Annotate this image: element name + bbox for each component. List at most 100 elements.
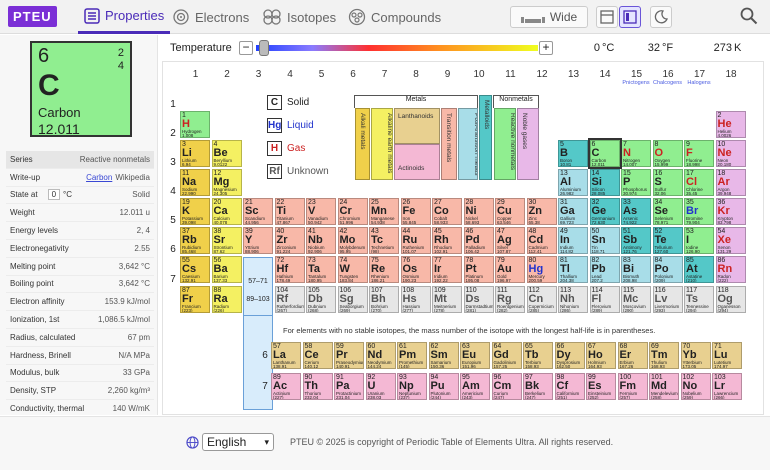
element-ar[interactable]: 18 Ar Argon 39.948 <box>715 169 746 196</box>
element-mc[interactable]: 115 Mc Moscovium (290) <box>621 286 651 313</box>
kelvin-value[interactable]: 273 <box>692 42 732 54</box>
element-cl[interactable]: 17 Cl Chlorine 35.45 <box>684 169 714 196</box>
element-rg[interactable]: 111 Rg Roentgenium (282) <box>495 286 525 313</box>
element-hs[interactable]: 108 Hs Hassium (277) <box>400 286 431 313</box>
wikipedia-link[interactable]: Wikipedia <box>115 173 150 182</box>
element-ir[interactable]: 77 Ir Iridium 192.22 <box>432 256 462 283</box>
element-ts[interactable]: 117 Ts Tennessine (294) <box>684 286 714 313</box>
element-sm[interactable]: 62 Sm Samarium 150.36 <box>428 342 459 369</box>
celsius-value[interactable]: 0 <box>560 42 600 54</box>
element-c[interactable]: 6 C Carbon 12.011 <box>587 138 622 169</box>
element-cu[interactable]: 29 Cu Copper 63.546 <box>495 198 525 225</box>
element-li[interactable]: 3 Li Lithium 6.94 <box>180 140 210 167</box>
element-th[interactable]: 90 Th Thorium 232.04 <box>302 373 333 400</box>
element-v[interactable]: 23 V Vanadium 50.942 <box>306 198 336 225</box>
element-as[interactable]: 33 As Arsenic 74.922 <box>621 198 651 225</box>
element-fr[interactable]: 87 Fr Francium (223) <box>180 286 210 313</box>
element-n[interactable]: 7 N Nitrogen 14.007 <box>621 140 651 167</box>
element-la[interactable]: 57 La Lanthanum 138.91 <box>271 342 301 369</box>
element-er[interactable]: 68 Er Erbium 167.26 <box>617 342 648 369</box>
state-temperature-input[interactable]: 0 <box>47 189 61 201</box>
element-hg[interactable]: 80 Hg Mercury 200.59 <box>526 256 557 283</box>
element-y[interactable]: 39 Y Yttrium 88.906 <box>243 227 273 254</box>
element-am[interactable]: 95 Am Americium (243) <box>460 373 490 400</box>
layout-sidebar-button[interactable] <box>619 6 641 28</box>
temperature-slider-track[interactable] <box>256 45 538 51</box>
temperature-slider-handle[interactable] <box>259 40 270 56</box>
element-ba[interactable]: 56 Ba Barium 137.33 <box>211 256 242 283</box>
element-k[interactable]: 19 K Potassium 39.098 <box>180 198 210 225</box>
element-sg[interactable]: 106 Sg Seaborgium (269) <box>337 286 368 313</box>
element-p[interactable]: 15 P Phosphorus 30.974 <box>621 169 651 196</box>
element-dy[interactable]: 66 Dy Dysprosium 162.50 <box>554 342 585 369</box>
element-ne[interactable]: 10 Ne Neon 20.180 <box>715 140 746 167</box>
legend-alkaline-earth[interactable]: Alkaline earth metals <box>371 108 393 180</box>
element-lu[interactable]: 71 Lu Lutetium 174.97 <box>712 342 742 369</box>
tab-electrons[interactable]: Electrons <box>172 0 249 34</box>
element-co[interactable]: 27 Co Cobalt 58.933 <box>432 198 462 225</box>
element-po[interactable]: 84 Po Polonium (209) <box>652 256 683 283</box>
tab-properties[interactable]: Properties <box>78 0 171 34</box>
element-cm[interactable]: 96 Cm Curium (247) <box>491 373 522 400</box>
element-se[interactable]: 34 Se Selenium 78.971 <box>652 198 683 225</box>
element-no[interactable]: 102 No Nobelium (259) <box>680 373 711 400</box>
element-cd[interactable]: 48 Cd Cadmium 112.41 <box>526 227 557 254</box>
element-rf[interactable]: 104 Rf Rutherfordium (267) <box>274 286 305 313</box>
element-sr[interactable]: 38 Sr Strontium 87.62 <box>211 227 242 254</box>
actinoid-placeholder[interactable]: 89–103 <box>243 288 273 316</box>
element-hf[interactable]: 72 Hf Hafnium 178.49 <box>274 256 305 283</box>
legend-transition-metals[interactable]: Transition metals <box>441 108 457 180</box>
element-mo[interactable]: 42 Mo Molybdenum 95.95 <box>337 227 368 254</box>
element-sn[interactable]: 50 Sn Tin 118.71 <box>589 227 620 254</box>
element-na[interactable]: 11 Na Sodium 22.990 <box>180 169 210 196</box>
element-h[interactable]: 1 H Hydrogen 1.008 <box>180 111 210 138</box>
element-pt[interactable]: 78 Pt Platinum 195.08 <box>463 256 494 283</box>
legend-post-transition[interactable]: Post-transition metals <box>458 108 478 180</box>
element-cn[interactable]: 112 Cn Copernicium (285) <box>526 286 557 313</box>
element-gd[interactable]: 64 Gd Gadolinium 157.25 <box>491 342 522 369</box>
element-pa[interactable]: 91 Pa Protactinium 231.04 <box>334 373 364 400</box>
element-fl[interactable]: 114 Fl Flerovium (289) <box>589 286 620 313</box>
element-nh[interactable]: 113 Nh Nihonium (286) <box>558 286 588 313</box>
legend-lanthanoids[interactable]: Lanthanoids <box>394 108 440 144</box>
element-nb[interactable]: 41 Nb Niobium 92.906 <box>306 227 336 254</box>
element-lr[interactable]: 103 Lr Lawrencium (266) <box>712 373 742 400</box>
element-nd[interactable]: 60 Nd Neodymium 144.24 <box>365 342 396 369</box>
carbon-writeup-link[interactable]: Carbon <box>86 173 112 182</box>
element-te[interactable]: 52 Te Tellurium 127.60 <box>652 227 683 254</box>
element-eu[interactable]: 63 Eu Europium 151.96 <box>460 342 490 369</box>
legend-alkali-metals[interactable]: Alkali metals <box>355 108 370 180</box>
element-pm[interactable]: 61 Pm Promethium (145) <box>397 342 427 369</box>
element-cf[interactable]: 98 Cf Californium (251) <box>554 373 585 400</box>
element-bh[interactable]: 107 Bh Bohrium (270) <box>369 286 399 313</box>
element-yb[interactable]: 70 Yb Ytterbium 173.05 <box>680 342 711 369</box>
element-ho[interactable]: 67 Ho Holmium 164.93 <box>586 342 616 369</box>
search-button[interactable] <box>740 7 758 30</box>
tab-compounds[interactable]: Compounds <box>348 0 441 34</box>
temperature-decrease-button[interactable]: − <box>239 41 253 55</box>
legend-metalloids[interactable]: Metalloids <box>479 95 492 180</box>
element-ds[interactable]: 110 Ds Darmstadtium (281) <box>463 286 494 313</box>
element-be[interactable]: 4 Be Beryllium 9.0122 <box>211 140 242 167</box>
element-ni[interactable]: 28 Ni Nickel 58.693 <box>463 198 494 225</box>
temperature-increase-button[interactable]: + <box>539 41 553 55</box>
element-og[interactable]: 118 Og Oganesson (294) <box>715 286 746 313</box>
layout-compact-button[interactable] <box>596 6 618 28</box>
element-bi[interactable]: 83 Bi Bismuth 208.98 <box>621 256 651 283</box>
element-au[interactable]: 79 Au Gold 196.97 <box>495 256 525 283</box>
element-u[interactable]: 92 U Uranium 238.03 <box>365 373 396 400</box>
element-pd[interactable]: 46 Pd Palladium 106.42 <box>463 227 494 254</box>
element-b[interactable]: 5 B Boron 10.81 <box>558 140 588 167</box>
element-tl[interactable]: 81 Tl Thallium 204.38 <box>558 256 588 283</box>
legend-reactive-nonmetals[interactable]: Reactive nonmetals <box>494 108 516 180</box>
element-he[interactable]: 2 He Helium 4.0026 <box>715 111 746 138</box>
element-tb[interactable]: 65 Tb Terbium 158.93 <box>523 342 553 369</box>
element-es[interactable]: 99 Es Einsteinium (252) <box>586 373 616 400</box>
element-ge[interactable]: 32 Ge Germanium 72.630 <box>589 198 620 225</box>
element-mg[interactable]: 12 Mg Magnesium 24.305 <box>211 169 242 196</box>
element-s[interactable]: 16 S Sulfur 32.06 <box>652 169 683 196</box>
element-in[interactable]: 49 In Indium 114.82 <box>558 227 588 254</box>
element-i[interactable]: 53 I Iodine 126.90 <box>684 227 714 254</box>
element-ce[interactable]: 58 Ce Cerium 140.12 <box>302 342 333 369</box>
element-ca[interactable]: 20 Ca Calcium 40.078 <box>211 198 242 225</box>
